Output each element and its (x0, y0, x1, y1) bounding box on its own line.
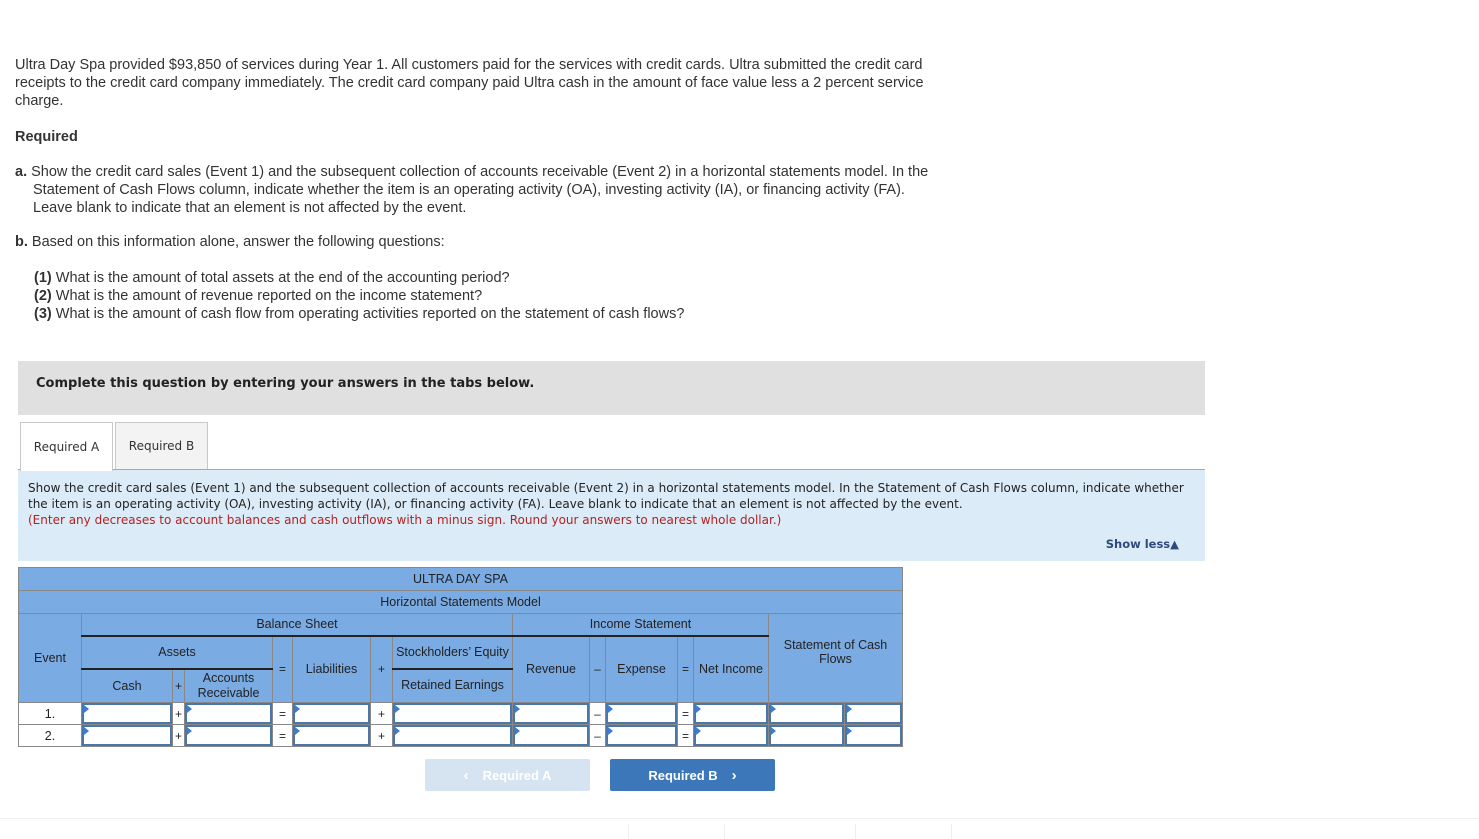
footer-separator (855, 824, 856, 839)
prev-button-label: Required A (482, 767, 552, 783)
retained-earnings-header: Retained Earnings (392, 668, 513, 703)
chevron-right-icon: › (731, 766, 737, 784)
assets-header: Assets (81, 635, 273, 670)
equals-sign: = (272, 724, 293, 747)
balance-sheet-header: Balance Sheet (81, 613, 513, 637)
table-row: 2. + = + – = (18, 724, 903, 747)
plus-sign: + (370, 702, 393, 725)
question-number: (2) (34, 288, 52, 304)
footer-separator (724, 824, 725, 839)
retained-earnings-input[interactable] (393, 703, 512, 724)
question-text: What is the amount of cash flow from ope… (51, 306, 685, 322)
income-statement-header: Income Statement (512, 613, 769, 637)
expense-input[interactable] (606, 725, 677, 746)
cash-input[interactable] (82, 703, 172, 724)
plus-sign: + (370, 724, 393, 747)
liabilities-input[interactable] (293, 725, 370, 746)
event-number: 1. (18, 702, 82, 725)
instructions-text: Show the credit card sales (Event 1) and… (28, 481, 1184, 511)
plus-sign: + (370, 635, 393, 703)
revenue-input[interactable] (513, 725, 589, 746)
minus-sign: – (589, 635, 606, 703)
company-name: ULTRA DAY SPA (18, 567, 903, 591)
prev-required-a-button: ‹ Required A (425, 759, 590, 791)
question-item: (1) What is the amount of total assets a… (34, 269, 684, 287)
event-number: 2. (18, 724, 82, 747)
tab-required-b[interactable]: Required B (115, 422, 208, 470)
minus-sign: – (589, 702, 606, 725)
liabilities-input[interactable] (293, 703, 370, 724)
footer-divider (0, 818, 1479, 819)
horizontal-statements-table: ULTRA DAY SPA Horizontal Statements Mode… (18, 567, 903, 747)
footer-separator (951, 824, 952, 839)
cash-flow-activity-input[interactable] (845, 703, 902, 724)
accounts-receivable-input[interactable] (185, 703, 272, 724)
liabilities-header: Liabilities (292, 635, 371, 703)
accounts-receivable-header: Accounts Receivable (184, 668, 273, 703)
accounts-receivable-input[interactable] (185, 725, 272, 746)
question-item: (3) What is the amount of cash flow from… (34, 305, 684, 323)
equals-sign: = (272, 702, 293, 725)
cash-flows-header: Statement of Cash Flows (768, 613, 903, 703)
table-row: 1. + = + – = (18, 702, 903, 725)
banner-text: Complete this question by entering your … (36, 376, 535, 391)
question-number: (1) (34, 270, 52, 286)
cash-flow-amount-input[interactable] (769, 703, 844, 724)
chevron-left-icon: ‹ (463, 766, 469, 784)
question-item: (2) What is the amount of revenue report… (34, 287, 684, 305)
stockholders-equity-header: Stockholders’ Equity (392, 635, 513, 670)
net-income-input[interactable] (694, 703, 768, 724)
question-list: (1) What is the amount of total assets a… (34, 269, 684, 323)
show-less-link[interactable]: Show less▲ (1106, 537, 1179, 551)
model-title: Horizontal Statements Model (18, 590, 903, 614)
part-a-label: a. (15, 164, 28, 180)
equals-sign: = (272, 635, 293, 703)
footer-separator (628, 824, 629, 839)
instructions-note: (Enter any decreases to account balances… (28, 513, 782, 527)
cash-input[interactable] (82, 725, 172, 746)
question-text: What is the amount of revenue reported o… (51, 288, 483, 304)
net-income-input[interactable] (694, 725, 768, 746)
tab-instructions: Show the credit card sales (Event 1) and… (18, 470, 1205, 561)
equals-sign: = (677, 635, 694, 703)
instruction-banner: Complete this question by entering your … (18, 361, 1205, 415)
plus-sign: + (172, 668, 185, 703)
part-b-text: Based on this information alone, answer … (27, 234, 445, 250)
expense-header: Expense (605, 635, 678, 703)
revenue-input[interactable] (513, 703, 589, 724)
tab-required-a[interactable]: Required A (20, 422, 113, 471)
next-button-label: Required B (648, 767, 718, 783)
part-b-label: b. (15, 234, 28, 250)
part-b: b. Based on this information alone, answ… (15, 233, 935, 251)
question-number: (3) (34, 306, 52, 322)
revenue-header: Revenue (512, 635, 590, 703)
plus-sign: + (172, 724, 185, 747)
net-income-header: Net Income (693, 635, 769, 703)
cash-flow-amount-input[interactable] (769, 725, 844, 746)
next-required-b-button[interactable]: Required B › (610, 759, 775, 791)
plus-sign: + (172, 702, 185, 725)
equals-sign: = (677, 724, 694, 747)
expense-input[interactable] (606, 703, 677, 724)
part-a-text: Show the credit card sales (Event 1) and… (27, 164, 929, 216)
retained-earnings-input[interactable] (393, 725, 512, 746)
cash-header: Cash (81, 668, 173, 703)
question-text: What is the amount of total assets at th… (51, 270, 510, 286)
equals-sign: = (677, 702, 694, 725)
problem-intro: Ultra Day Spa provided $93,850 of servic… (15, 57, 924, 109)
event-header: Event (18, 613, 82, 703)
part-a: a. Show the credit card sales (Event 1) … (15, 163, 935, 217)
required-heading: Required (15, 129, 78, 145)
minus-sign: – (589, 724, 606, 747)
cash-flow-activity-input[interactable] (845, 725, 902, 746)
